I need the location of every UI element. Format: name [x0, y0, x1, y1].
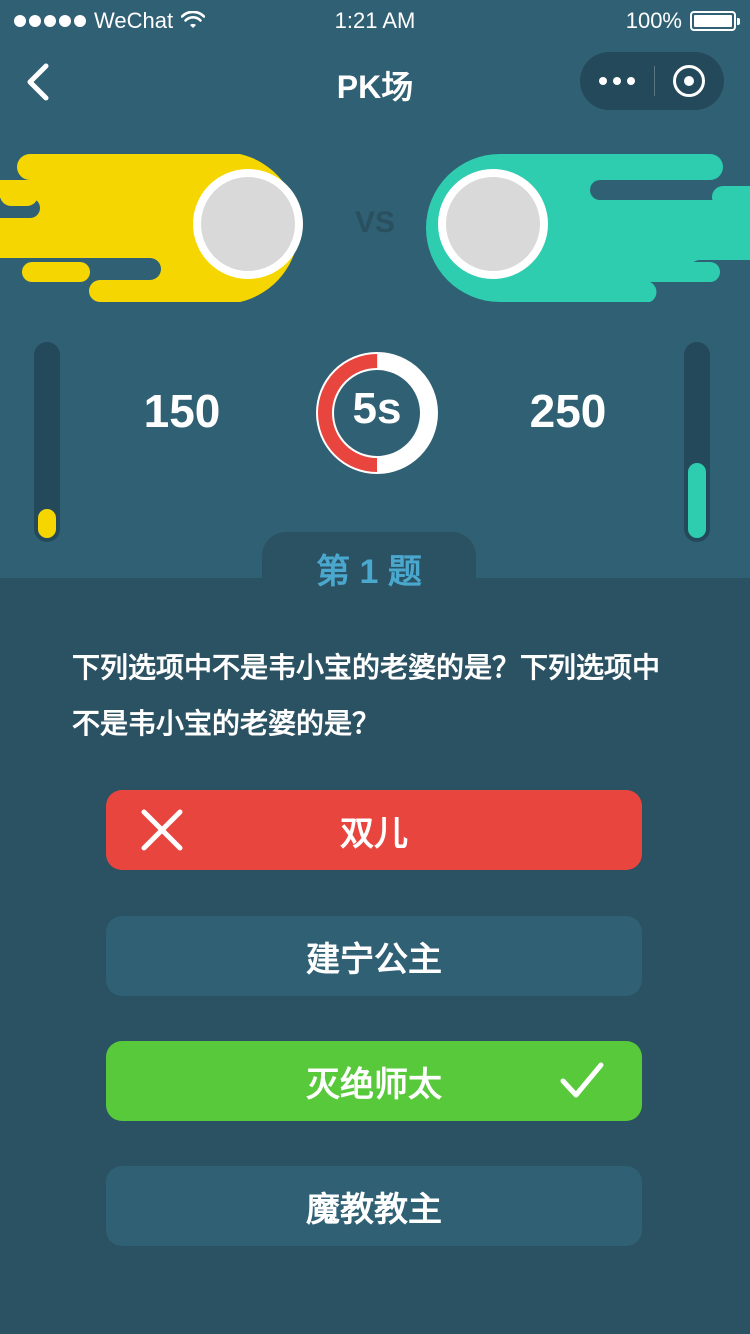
answer-option-4[interactable]: 魔教教主	[106, 1166, 642, 1246]
player2-score: 250	[529, 385, 607, 437]
question-text: 下列选项中不是韦小宝的老婆的是？下列选项中不是韦小宝的老婆的是？	[72, 652, 661, 739]
player1-score: 150	[143, 385, 221, 437]
player1-progress-bar	[34, 342, 60, 542]
countdown-text: 5s	[352, 384, 402, 433]
close-icon	[141, 809, 183, 851]
check-icon	[560, 1062, 604, 1098]
status-bar: WeChat 1:21 AM 100%	[0, 0, 750, 42]
answer-option-2[interactable]: 建宁公主	[106, 916, 642, 996]
player2-progress-bar	[684, 342, 710, 542]
battery-percent: 100%	[625, 8, 682, 33]
nav-bar: PK场	[0, 42, 750, 126]
vs-label: VS	[354, 206, 396, 239]
exit-button[interactable]	[655, 65, 723, 97]
player2-avatar	[438, 169, 548, 279]
answer-option-1[interactable]: 双儿	[106, 790, 642, 870]
answer-option-label: 魔教教主	[306, 1190, 442, 1229]
battery-icon	[690, 11, 740, 31]
answer-option-label: 双儿	[340, 814, 408, 853]
player2-progress-fill	[688, 463, 706, 538]
status-right: 100%	[625, 8, 740, 34]
answer-option-3[interactable]: 灭绝师太	[106, 1041, 642, 1121]
player1-progress-fill	[38, 509, 56, 538]
question-number: 第 1 题	[316, 553, 422, 591]
mini-program-capsule	[580, 52, 724, 110]
target-icon	[673, 65, 705, 97]
more-icon[interactable]	[580, 77, 654, 85]
answer-option-label: 建宁公主	[306, 940, 442, 979]
answer-option-label: 灭绝师太	[306, 1065, 442, 1104]
player1-avatar	[193, 169, 303, 279]
